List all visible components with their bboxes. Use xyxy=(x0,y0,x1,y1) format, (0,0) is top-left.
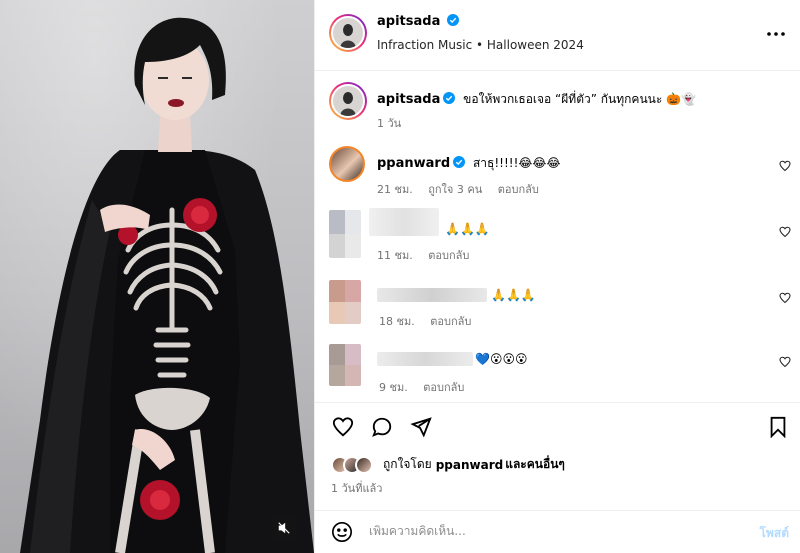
comment-text: 🙏🙏🙏 xyxy=(445,222,490,236)
emoji-picker-icon[interactable] xyxy=(331,521,353,543)
blurred-username xyxy=(377,288,487,302)
post-detail-pane: apitsada Infraction Music • Halloween 20… xyxy=(314,0,800,553)
caption-username[interactable]: apitsada xyxy=(377,92,440,107)
comment-text: 💙😮😮😮 xyxy=(475,352,528,366)
reply-button[interactable]: ตอบกลับ xyxy=(423,381,464,394)
actions-divider xyxy=(315,402,800,403)
reply-button[interactable]: ตอบกลับ xyxy=(428,249,469,262)
blurred-username xyxy=(377,352,473,366)
comment-bubble-icon[interactable] xyxy=(370,416,394,438)
comment-meta: 18 ชม. ตอบกลับ xyxy=(379,312,483,330)
caption-avatar[interactable] xyxy=(329,82,367,120)
comment-meta: 21 ชม. ถูกใจ 3 คน ตอบกลับ xyxy=(377,180,551,198)
comment-input[interactable] xyxy=(369,524,729,538)
blurred-avatar xyxy=(329,280,361,324)
blurred-username xyxy=(369,208,439,236)
share-paper-plane-icon[interactable] xyxy=(409,416,433,438)
verified-badge-icon xyxy=(443,92,456,104)
comment-time: 11 ชม. xyxy=(377,249,413,262)
comment-username[interactable]: ppanward xyxy=(377,156,450,171)
post-comment-button[interactable]: โพสต์ xyxy=(760,524,789,543)
blurred-avatar xyxy=(329,210,361,258)
caption-time: 1 วัน xyxy=(377,117,402,130)
reply-button[interactable]: ตอบกลับ xyxy=(498,183,539,196)
like-comment-heart-icon[interactable] xyxy=(779,292,791,304)
costumed-person-figure xyxy=(20,17,314,553)
liked-by-row[interactable]: ถูกใจโดย ppanward และคนอื่นๆ xyxy=(331,455,565,474)
caption-text-row: apitsada ขอให้พวกเธอเจอ “ผีที่ตัว” กันทุ… xyxy=(377,90,787,109)
comment-time: 21 ชม. xyxy=(377,183,413,196)
comment-row: ppanward สาธุ!!!!!😂😂😂 xyxy=(377,154,560,173)
mute-audio-button[interactable] xyxy=(270,514,298,542)
author-avatar[interactable] xyxy=(329,14,367,52)
liked-by-user[interactable]: ppanward xyxy=(436,458,504,472)
like-comment-heart-icon[interactable] xyxy=(779,160,791,172)
caption-text: ขอให้พวกเธอเจอ “ผีที่ตัว” กันทุกคนนะ 🎃👻 xyxy=(463,92,696,106)
liked-by-suffix: และคนอื่นๆ xyxy=(505,457,565,471)
blurred-avatar xyxy=(329,344,361,386)
header-divider xyxy=(315,70,800,71)
avatar-portrait-icon xyxy=(340,92,356,116)
reply-button[interactable]: ตอบกลับ xyxy=(430,315,471,328)
verified-badge-icon xyxy=(447,14,460,26)
comment-time: 18 ชม. xyxy=(379,315,415,328)
more-horizontal-icon xyxy=(767,32,785,36)
avatar-portrait-icon xyxy=(340,24,356,48)
comment-meta: 11 ชม. ตอบกลับ xyxy=(377,246,481,264)
commenter-avatar[interactable] xyxy=(329,146,365,182)
like-heart-icon[interactable] xyxy=(331,416,355,438)
more-options-button[interactable] xyxy=(766,28,786,38)
post-image[interactable] xyxy=(0,0,314,553)
save-bookmark-icon[interactable] xyxy=(768,416,788,438)
speaker-muted-icon xyxy=(278,522,290,534)
add-comment-bar: โพสต์ xyxy=(315,510,800,553)
comment-meta: 9 ชม. ตอบกลับ xyxy=(379,378,476,396)
liked-by-prefix: ถูกใจโดย xyxy=(383,457,432,471)
comment-time: 9 ชม. xyxy=(379,381,408,394)
verified-badge-icon xyxy=(453,156,466,168)
post-timestamp[interactable]: 1 วันที่แล้ว xyxy=(331,479,382,497)
author-username[interactable]: apitsada xyxy=(377,14,440,29)
comment-text: สาธุ!!!!!😂😂😂 xyxy=(472,156,561,170)
like-comment-heart-icon[interactable] xyxy=(779,356,791,368)
like-comment-heart-icon[interactable] xyxy=(779,226,791,238)
liker-avatar xyxy=(355,455,373,474)
post-subtitle[interactable]: Infraction Music • Halloween 2024 xyxy=(377,38,584,52)
comment-text: 🙏🙏🙏 xyxy=(491,288,536,302)
comment-likes-link[interactable]: ถูกใจ 3 คน xyxy=(428,183,482,196)
